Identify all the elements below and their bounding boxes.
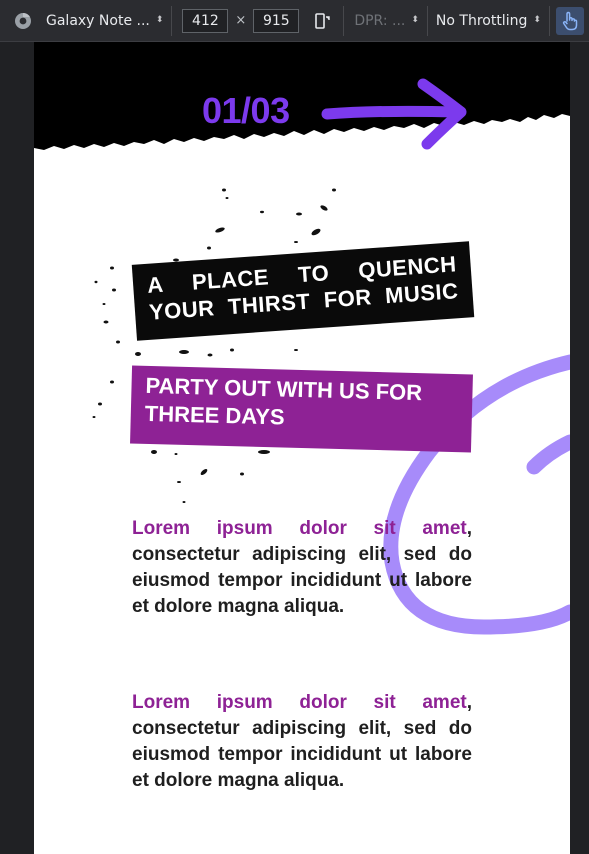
- body-paragraph: Lorem ipsum dolor sit amet, consectetur …: [132, 516, 472, 620]
- toolbar-divider: [343, 5, 345, 36]
- dpr-select[interactable]: DPR: ... ⬍: [354, 5, 428, 36]
- chrome-icon: [14, 12, 32, 30]
- chevron-updown-icon: ⬍: [155, 15, 164, 25]
- rotate-button[interactable]: [311, 10, 333, 32]
- chevron-updown-icon: ⬍: [411, 15, 419, 25]
- throttling-select[interactable]: No Throttling ⬍: [435, 5, 550, 36]
- paragraph-lead: Lorem ipsum dolor sit amet: [132, 692, 467, 713]
- paragraph-lead: Lorem ipsum dolor sit amet: [132, 518, 467, 539]
- touch-toggle-button[interactable]: [555, 6, 584, 35]
- times-symbol: ×: [235, 13, 247, 28]
- touch-hand-icon: [562, 11, 578, 30]
- chevron-updown-icon: ⬍: [533, 15, 541, 25]
- viewport-gutter-right: [570, 42, 589, 854]
- body-paragraph: Lorem ipsum dolor sit amet, consectetur …: [132, 690, 472, 794]
- throttling-label: No Throttling: [435, 12, 528, 29]
- tagline-purple: PARTY OUT WITH US FOR THREE DAYS: [130, 365, 473, 453]
- rotate-icon: [315, 12, 331, 29]
- height-input[interactable]: [253, 8, 300, 33]
- device-select-label: Galaxy Note ...: [46, 12, 150, 29]
- viewport-gutter-left: [0, 42, 34, 854]
- device-select[interactable]: Galaxy Note ... ⬍: [46, 5, 173, 36]
- device-toolbar: Galaxy Note ... ⬍ × DPR: ... ⬍ No Thrott…: [0, 0, 589, 42]
- dpr-label: DPR: ...: [354, 12, 406, 29]
- emulated-viewport[interactable]: 01/03 A PLACE TO QUENCH YOUR THIRST FOR …: [34, 42, 570, 854]
- width-input[interactable]: [182, 8, 229, 33]
